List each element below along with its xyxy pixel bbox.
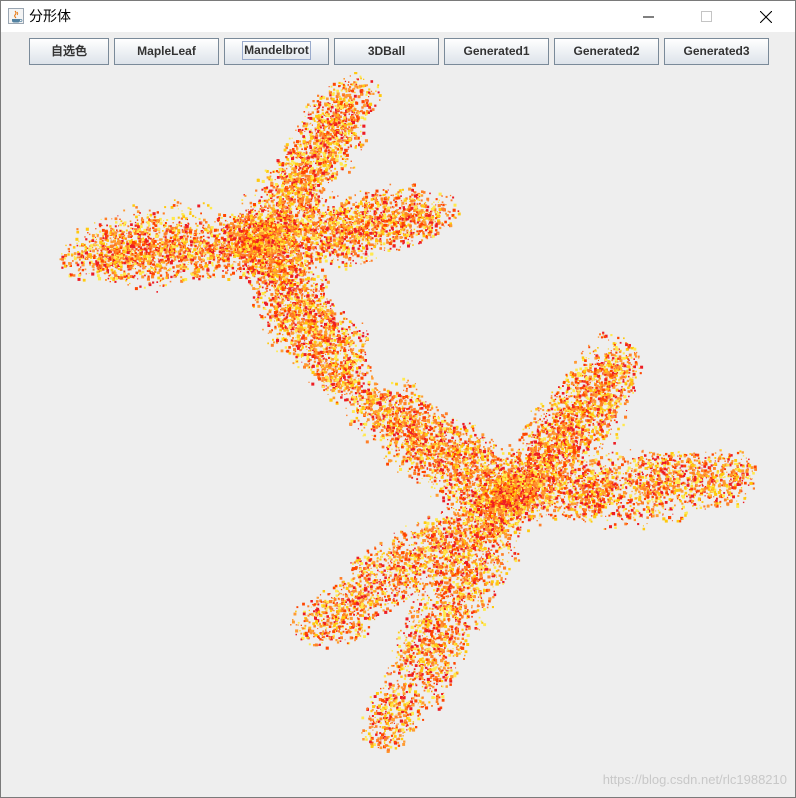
window-title: 分形体: [29, 9, 71, 25]
3dball-button-label: 3DBall: [367, 44, 406, 58]
mapleleaf-button-label: MapleLeaf: [137, 44, 196, 58]
close-button[interactable]: [743, 1, 789, 32]
app-window: 分形体 自选色 MapleLeaf Mandelbrot 3DBall Gene…: [0, 0, 796, 798]
generated1-button[interactable]: Generated1: [444, 38, 549, 65]
generated2-button[interactable]: Generated2: [554, 38, 659, 65]
generated2-button-label: Generated2: [573, 44, 640, 58]
maximize-icon: [701, 11, 712, 22]
minimize-icon: [643, 16, 654, 18]
fractal-blob: [344, 372, 385, 415]
mandelbrot-button-label: Mandelbrot: [242, 41, 311, 60]
mapleleaf-button[interactable]: MapleLeaf: [114, 38, 219, 65]
maximize-button[interactable]: [684, 1, 730, 32]
generated3-button[interactable]: Generated3: [664, 38, 769, 65]
close-icon: [760, 11, 772, 23]
generated1-button-label: Generated1: [463, 44, 530, 58]
fractal-blob: [312, 586, 372, 644]
mandelbrot-button[interactable]: Mandelbrot: [224, 38, 329, 65]
minimize-button[interactable]: [626, 1, 672, 32]
java-app-icon[interactable]: [8, 8, 24, 24]
watermark-text: https://blog.csdn.net/rlc1988210: [602, 772, 787, 787]
3dball-button[interactable]: 3DBall: [334, 38, 439, 65]
toolbar: 自选色 MapleLeaf Mandelbrot 3DBall Generate…: [1, 32, 795, 72]
title-bar[interactable]: 分形体: [1, 1, 795, 32]
custom-color-button-label: 自选色: [50, 44, 87, 58]
drawing-canvas[interactable]: https://blog.csdn.net/rlc1988210: [1, 72, 795, 797]
custom-color-button[interactable]: 自选色: [29, 38, 109, 65]
generated3-button-label: Generated3: [683, 44, 750, 58]
fractal-drawing: [59, 72, 757, 753]
